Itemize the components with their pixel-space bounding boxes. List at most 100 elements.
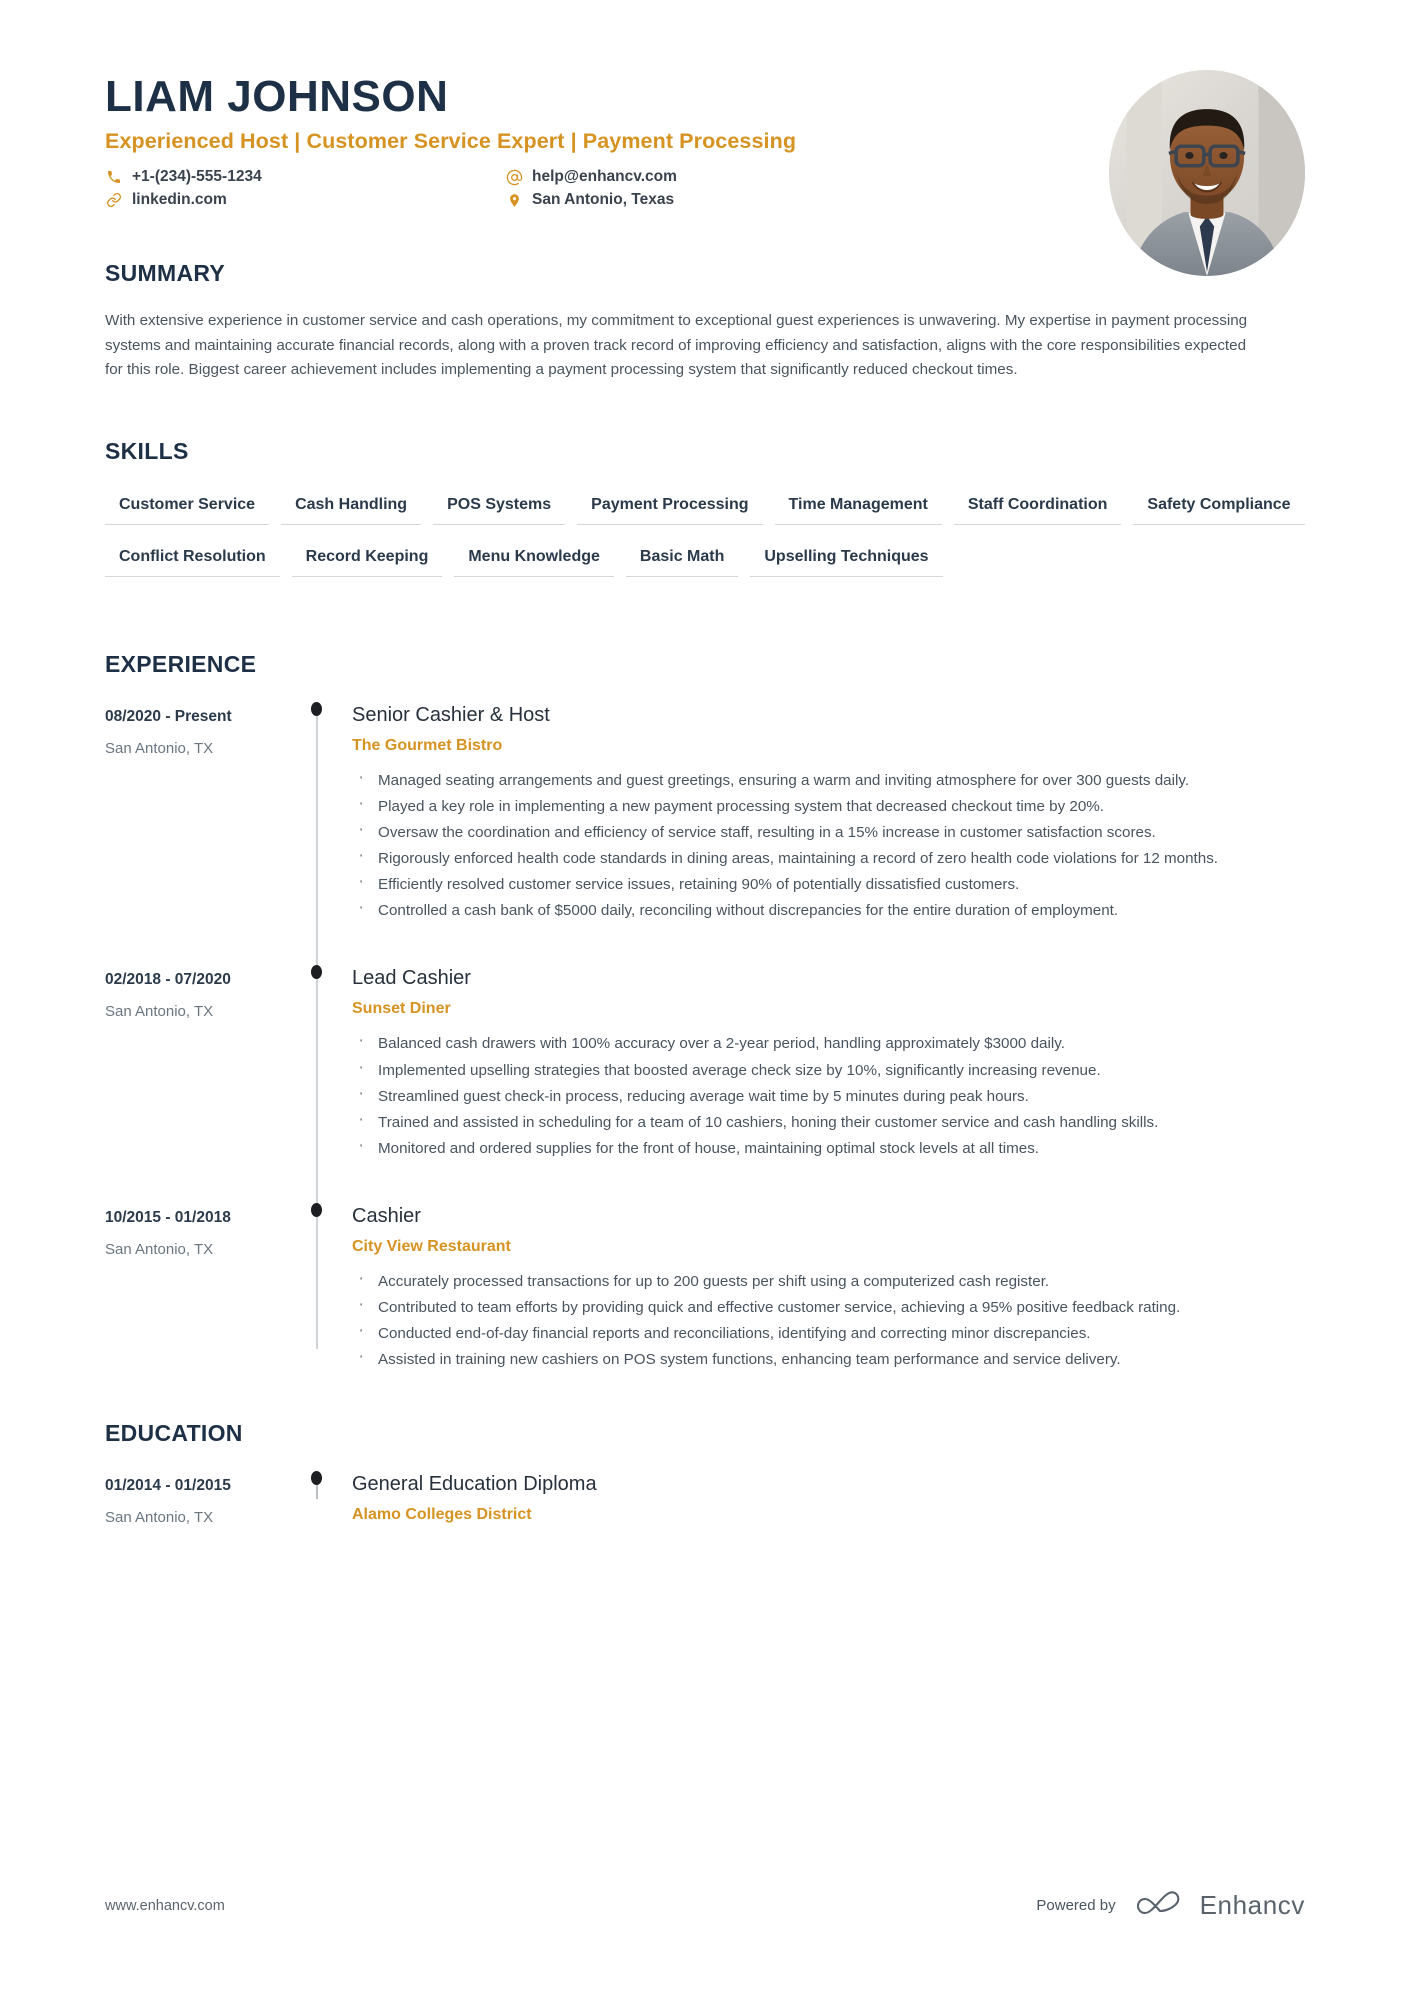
footer-url[interactable]: www.enhancv.com bbox=[105, 1898, 225, 1914]
skill-chip: Time Management bbox=[774, 487, 942, 525]
entry-title: Lead Cashier bbox=[352, 967, 471, 990]
link-icon bbox=[105, 191, 123, 209]
timeline-dot bbox=[311, 1202, 322, 1217]
bullet-item: Contributed to team efforts by providing… bbox=[352, 1291, 1292, 1320]
entry-meta: 08/2020 - Present San Antonio, TX bbox=[105, 688, 290, 952]
bullet-item: Conducted end-of-day financial reports a… bbox=[352, 1317, 1292, 1346]
entry-date: 01/2014 - 01/2015 bbox=[105, 1477, 231, 1495]
bullet-item: Oversaw the coordination and efficiency … bbox=[352, 816, 1292, 845]
contact-linkedin-value: linkedin.com bbox=[132, 191, 227, 209]
contact-grid: +1-(234)-555-1234 help@enhancv.com linke… bbox=[105, 168, 895, 209]
entry-meta: 10/2015 - 01/2018 San Antonio, TX bbox=[105, 1189, 290, 1400]
entry-meta: 02/2018 - 07/2020 San Antonio, TX bbox=[105, 951, 290, 1188]
timeline-stem bbox=[316, 1483, 318, 1500]
section-title-experience: EXPERIENCE bbox=[105, 650, 257, 677]
bullet-item: Trained and assisted in scheduling for a… bbox=[352, 1106, 1292, 1135]
resume-header: LIAM JOHNSON Experienced Host | Customer… bbox=[0, 0, 1410, 276]
timeline-rail bbox=[290, 1457, 348, 1534]
entry-date: 10/2015 - 01/2018 bbox=[105, 1208, 231, 1226]
contact-location: San Antonio, Texas bbox=[505, 191, 674, 209]
skill-chip: Customer Service bbox=[105, 487, 270, 525]
powered-by-label: Powered by bbox=[1036, 1897, 1116, 1914]
entry-bullets: Managed seating arrangements and guest g… bbox=[352, 764, 1305, 923]
entry-body: Senior Cashier & Host The Gourmet Bistro M… bbox=[348, 688, 1305, 952]
experience-entry: 10/2015 - 01/2018 San Antonio, TX Cashier C… bbox=[105, 1188, 1305, 1400]
entry-meta: 01/2014 - 01/2015 San Antonio, TX bbox=[105, 1457, 290, 1534]
experience-entry: 02/2018 - 07/2020 San Antonio, TX Lead Cas… bbox=[105, 951, 1305, 1189]
bullet-item: Streamlined guest check-in process, redu… bbox=[352, 1080, 1292, 1109]
timeline-rail bbox=[290, 951, 348, 1189]
experience-entry: 08/2020 - Present San Antonio, TX Senior C… bbox=[105, 688, 1305, 952]
map-pin-icon bbox=[505, 191, 523, 209]
section-title-summary: SUMMARY bbox=[105, 260, 226, 286]
entry-location: San Antonio, TX bbox=[105, 1003, 214, 1021]
experience-entries: 08/2020 - Present San Antonio, TX Senior C… bbox=[105, 688, 1305, 1400]
contact-email[interactable]: help@enhancv.com bbox=[505, 168, 677, 186]
education-entries: 01/2014 - 01/2015 San Antonio, TX General … bbox=[105, 1457, 1305, 1534]
section-education: EDUCATION 01/2014 - 01/2015 San Antonio, … bbox=[0, 1420, 1410, 1534]
contact-phone[interactable]: +1-(234)-555-1234 bbox=[105, 168, 505, 186]
bullet-item: Monitored and ordered supplies for the f… bbox=[352, 1132, 1292, 1161]
skill-chip: POS Systems bbox=[433, 487, 566, 525]
entry-title: Cashier bbox=[352, 1204, 421, 1227]
entry-body: General Education Diploma Alamo Colleges … bbox=[348, 1457, 1305, 1534]
skill-chip: Menu Knowledge bbox=[454, 539, 614, 577]
skill-chip: Safety Compliance bbox=[1133, 487, 1305, 525]
skill-chip: Conflict Resolution bbox=[105, 539, 280, 577]
contact-location-value: San Antonio, Texas bbox=[532, 191, 675, 209]
phone-icon bbox=[105, 168, 123, 186]
section-title-education: EDUCATION bbox=[105, 1420, 243, 1447]
entry-bullets: Accurately processed transactions for up… bbox=[352, 1265, 1305, 1372]
skill-chip: Upselling Techniques bbox=[750, 539, 943, 577]
entry-organization: City View Restaurant bbox=[352, 1237, 511, 1255]
entry-organization: Alamo Colleges District bbox=[352, 1506, 532, 1524]
at-sign-icon bbox=[505, 168, 523, 186]
bullet-item: Rigorously enforced health code standard… bbox=[352, 842, 1292, 871]
section-summary: SUMMARY With extensive experience in cus… bbox=[0, 260, 1410, 383]
enhancv-brand-name: Enhancv bbox=[1199, 1890, 1305, 1920]
bullet-item: Accurately processed transactions for up… bbox=[352, 1265, 1292, 1294]
entry-date: 08/2020 - Present bbox=[105, 707, 232, 725]
contact-email-value: help@enhancv.com bbox=[532, 168, 677, 186]
section-experience: EXPERIENCE 08/2020 - Present San Antonio,… bbox=[0, 651, 1410, 1400]
bullet-item: Played a key role in implementing a new … bbox=[352, 790, 1292, 819]
summary-text: With extensive experience in customer se… bbox=[105, 312, 1248, 379]
section-title-skills: SKILLS bbox=[105, 437, 189, 464]
education-entry: 01/2014 - 01/2015 San Antonio, TX General … bbox=[105, 1457, 1305, 1534]
timeline-rail bbox=[290, 688, 348, 952]
entry-organization: The Gourmet Bistro bbox=[352, 736, 503, 754]
skills-list: Customer Service Cash Handling POS Systems… bbox=[105, 487, 1305, 591]
contact-phone-value: +1-(234)-555-1234 bbox=[132, 168, 262, 186]
skill-chip: Payment Processing bbox=[577, 487, 763, 525]
bullet-item: Efficiently resolved customer service is… bbox=[352, 868, 1292, 897]
bullet-item: Managed seating arrangements and guest g… bbox=[352, 764, 1292, 793]
powered-by-block: Powered by Enhancv bbox=[1036, 1888, 1305, 1923]
profile-photo bbox=[1109, 70, 1305, 276]
timeline-dot bbox=[311, 1471, 322, 1486]
skill-chip: Record Keeping bbox=[291, 539, 443, 577]
skill-chip: Cash Handling bbox=[281, 487, 422, 525]
entry-bullets: Balanced cash drawers with 100% accuracy… bbox=[352, 1027, 1305, 1161]
enhancv-logo-icon bbox=[1134, 1888, 1186, 1923]
timeline-dot bbox=[311, 965, 322, 980]
skill-chip: Staff Coordination bbox=[953, 487, 1122, 525]
page-title: LIAM JOHNSON bbox=[105, 72, 449, 121]
entry-body: Lead Cashier Sunset Diner Balanced cash dr… bbox=[348, 951, 1305, 1188]
entry-body: Cashier City View Restaurant Accurately pr… bbox=[348, 1189, 1305, 1400]
bullet-item: Balanced cash drawers with 100% accuracy… bbox=[352, 1027, 1292, 1056]
entry-date: 02/2018 - 07/2020 bbox=[105, 971, 231, 989]
skill-chip: Basic Math bbox=[625, 539, 739, 577]
contact-row: +1-(234)-555-1234 help@enhancv.com bbox=[105, 168, 895, 186]
enhancv-brand: Enhancv bbox=[1134, 1888, 1305, 1923]
timeline-line bbox=[316, 707, 318, 952]
entry-location: San Antonio, TX bbox=[105, 1240, 214, 1258]
section-skills: SKILLS Customer Service Cash Handling POS … bbox=[0, 438, 1410, 591]
bullet-item: Controlled a cash bank of $5000 daily, r… bbox=[352, 894, 1292, 923]
avatar bbox=[1109, 70, 1305, 276]
contact-linkedin[interactable]: linkedin.com bbox=[105, 191, 505, 209]
entry-organization: Sunset Diner bbox=[352, 1000, 451, 1018]
timeline-line bbox=[316, 951, 318, 1189]
resume-footer: www.enhancv.com Powered by Enhancv bbox=[105, 1888, 1305, 1923]
resume-page: LIAM JOHNSON Experienced Host | Customer… bbox=[0, 0, 1410, 1995]
timeline-dot bbox=[311, 701, 322, 716]
